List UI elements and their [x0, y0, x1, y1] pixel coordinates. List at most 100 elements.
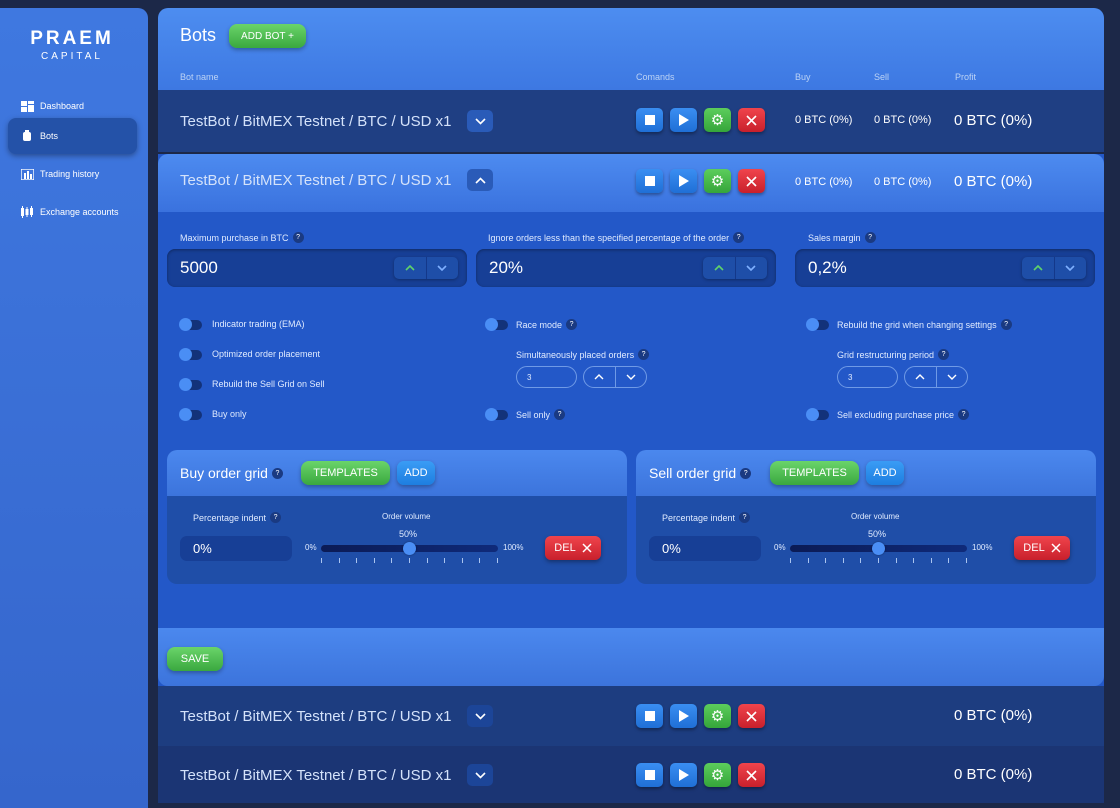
- help-icon[interactable]: ?: [864, 232, 876, 243]
- chevron-up-icon[interactable]: [584, 367, 615, 387]
- sidebar-item-label: Exchange accounts: [40, 207, 119, 217]
- rebuild-grid-toggle[interactable]: [806, 318, 829, 331]
- column-header-sell: Sell: [874, 72, 890, 82]
- add-bot-button[interactable]: ADD BOT +: [229, 24, 306, 48]
- chevron-down-icon[interactable]: [425, 257, 459, 279]
- logo-subtitle: CAPITAL: [41, 51, 103, 62]
- main-panel: Bots ADD BOT + Bot name Comands Buy Sell…: [158, 8, 1104, 803]
- simultaneous-orders-stepper[interactable]: [583, 366, 647, 388]
- delete-button[interactable]: DEL: [1014, 536, 1070, 560]
- stop-button[interactable]: [636, 763, 663, 787]
- help-icon[interactable]: ?: [271, 467, 283, 479]
- order-volume-slider[interactable]: [321, 542, 498, 555]
- settings-button[interactable]: ⚙: [704, 108, 731, 132]
- max-purchase-label: Maximum purchase in BTC?: [180, 232, 304, 243]
- templates-button[interactable]: TEMPLATES: [770, 461, 859, 485]
- percentage-indent-input[interactable]: 0%: [649, 536, 761, 561]
- bar-chart-icon: [20, 168, 34, 180]
- slider-knob[interactable]: [872, 542, 885, 555]
- gear-icon: ⚙: [710, 767, 725, 784]
- sales-margin-field[interactable]: 0,2%: [795, 249, 1095, 287]
- sell-only-toggle[interactable]: [485, 408, 508, 421]
- stop-button[interactable]: [636, 108, 663, 132]
- add-button[interactable]: ADD: [397, 461, 435, 485]
- templates-button[interactable]: TEMPLATES: [301, 461, 390, 485]
- sidebar-item-exchange-accounts[interactable]: Exchange accounts: [8, 194, 137, 230]
- delete-button[interactable]: [738, 704, 765, 728]
- collapse-button[interactable]: [467, 169, 493, 191]
- race-mode-label: Race mode?: [516, 319, 578, 330]
- help-icon[interactable]: ?: [292, 232, 304, 243]
- chevron-down-icon[interactable]: [935, 367, 968, 387]
- percentage-indent-input[interactable]: 0%: [180, 536, 292, 561]
- profit-value: 0 BTC (0%): [954, 173, 1033, 190]
- play-button[interactable]: [670, 169, 697, 193]
- ignore-orders-stepper[interactable]: [703, 257, 767, 279]
- race-mode-toggle[interactable]: [485, 318, 508, 331]
- rebuild-grid-label: Rebuild the grid when changing settings?: [837, 319, 1012, 330]
- max-purchase-field[interactable]: 5000: [167, 249, 467, 287]
- bot-name: TestBot / BitMEX Testnet / BTC / USD x1: [180, 113, 452, 130]
- order-volume-slider[interactable]: [790, 542, 967, 555]
- play-icon: [678, 769, 689, 781]
- settings-button[interactable]: ⚙: [704, 763, 731, 787]
- expand-button[interactable]: [467, 705, 493, 727]
- bot-name: TestBot / BitMEX Testnet / BTC / USD x1: [180, 767, 452, 784]
- ema-toggle[interactable]: [179, 318, 202, 331]
- sidebar-item-bots[interactable]: Bots: [8, 118, 137, 154]
- slider-ticks: [790, 558, 967, 564]
- stop-button[interactable]: [636, 169, 663, 193]
- help-icon[interactable]: ?: [739, 512, 751, 523]
- simultaneous-orders-input[interactable]: 3: [516, 366, 577, 388]
- help-icon[interactable]: ?: [958, 409, 970, 420]
- ignore-orders-field[interactable]: 20%: [476, 249, 776, 287]
- slider-knob[interactable]: [403, 542, 416, 555]
- rebuild-sell-grid-toggle[interactable]: [179, 378, 202, 391]
- help-icon[interactable]: ?: [566, 319, 578, 330]
- help-icon[interactable]: ?: [733, 232, 745, 243]
- chevron-up-icon[interactable]: [905, 367, 936, 387]
- restructuring-period-input[interactable]: 3: [837, 366, 898, 388]
- sell-excluding-toggle[interactable]: [806, 408, 829, 421]
- expand-button[interactable]: [467, 764, 493, 786]
- logo-title: PRAEM: [30, 28, 114, 49]
- delete-button[interactable]: DEL: [545, 536, 601, 560]
- stop-button[interactable]: [636, 704, 663, 728]
- play-button[interactable]: [670, 704, 697, 728]
- max-purchase-stepper[interactable]: [394, 257, 458, 279]
- play-button[interactable]: [670, 108, 697, 132]
- sell-only-label: Sell only?: [516, 409, 566, 420]
- help-icon[interactable]: ?: [638, 349, 650, 360]
- sidebar-item-trading-history[interactable]: Trading history: [8, 156, 137, 192]
- profit-value: 0 BTC (0%): [954, 112, 1033, 129]
- help-icon[interactable]: ?: [740, 467, 752, 479]
- chevron-up-icon[interactable]: [1022, 257, 1054, 279]
- add-button[interactable]: ADD: [866, 461, 904, 485]
- help-icon[interactable]: ?: [1000, 319, 1012, 330]
- help-icon[interactable]: ?: [270, 512, 282, 523]
- buy-only-toggle[interactable]: [179, 408, 202, 421]
- delete-button[interactable]: [738, 763, 765, 787]
- chevron-down-icon[interactable]: [614, 367, 647, 387]
- settings-button[interactable]: ⚙: [704, 169, 731, 193]
- chevron-down-icon[interactable]: [1053, 257, 1087, 279]
- expand-button[interactable]: [467, 110, 493, 132]
- restructuring-period-stepper[interactable]: [904, 366, 968, 388]
- delete-button[interactable]: [738, 108, 765, 132]
- gear-icon: ⚙: [710, 708, 725, 725]
- sell-order-grid: Sell order grid? TEMPLATES ADD Percentag…: [636, 450, 1096, 584]
- help-icon[interactable]: ?: [554, 409, 566, 420]
- sales-margin-stepper[interactable]: [1022, 257, 1086, 279]
- toggle-label: Indicator trading (EMA): [212, 319, 305, 329]
- optimized-placement-toggle[interactable]: [179, 348, 202, 361]
- chevron-up-icon[interactable]: [394, 257, 426, 279]
- help-icon[interactable]: ?: [938, 349, 950, 360]
- chevron-down-icon[interactable]: [734, 257, 768, 279]
- settings-button[interactable]: ⚙: [704, 704, 731, 728]
- chevron-up-icon[interactable]: [703, 257, 735, 279]
- play-button[interactable]: [670, 763, 697, 787]
- volume-value: 50%: [399, 529, 418, 539]
- column-header-buy: Buy: [795, 72, 811, 82]
- delete-button[interactable]: [738, 169, 765, 193]
- save-button[interactable]: SAVE: [167, 647, 223, 671]
